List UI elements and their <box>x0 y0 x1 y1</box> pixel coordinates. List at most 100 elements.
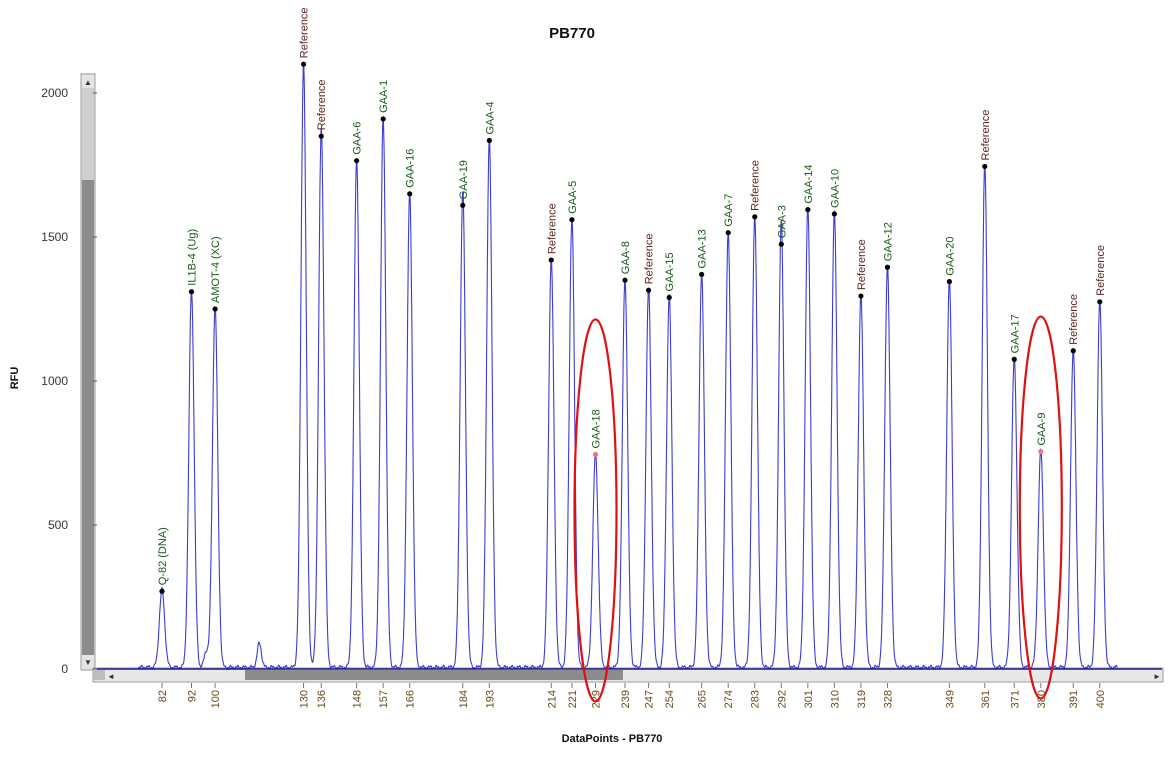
peak-dot <box>1097 299 1103 305</box>
y-tick-label: 500 <box>48 518 68 532</box>
peak-dot <box>982 163 988 170</box>
peak-label: GAA-14 <box>803 164 815 203</box>
peak-dot <box>884 264 891 270</box>
x-tick-label: 166 <box>405 690 417 708</box>
x-axis: 82 92 100 130 136 148 157 166 184 193 214 221 229 239… <box>157 683 1107 708</box>
peak-label: Reference <box>750 160 762 211</box>
x-tick-label: 349 <box>944 690 956 708</box>
scroll-left-icon[interactable]: ◄ <box>107 672 115 681</box>
peak-dot <box>778 241 784 247</box>
peak-dot <box>159 588 165 594</box>
peak-dot <box>592 451 599 458</box>
peak-dot <box>380 116 386 122</box>
y-axis-label: RFU <box>9 367 21 390</box>
x-tick-label: 400 <box>1095 690 1107 708</box>
peak-dot <box>622 277 628 283</box>
x-tick-label: 148 <box>352 690 364 708</box>
x-tick-label: 130 <box>299 690 311 708</box>
y-tick-label: 0 <box>61 662 68 676</box>
peak-dot <box>752 214 758 220</box>
x-axis-label: DataPoints - PB770 <box>562 733 663 745</box>
peak-label: GAA-17 <box>1009 314 1021 353</box>
x-tick-label: 265 <box>697 690 709 708</box>
peak-label: GAA-10 <box>829 169 841 208</box>
peak-label: GAA-9 <box>1036 413 1048 446</box>
horizontal-scrollbar-thumb[interactable] <box>245 670 623 680</box>
x-tick-label: 184 <box>458 690 470 708</box>
peak-label: GAA-12 <box>882 222 894 261</box>
peak-label: Reference <box>1068 294 1080 345</box>
scroll-right-icon[interactable]: ► <box>1153 672 1161 681</box>
x-tick-label: 193 <box>484 690 496 708</box>
scroll-up-icon[interactable]: ▲ <box>84 78 92 87</box>
peak-label: GAA-6 <box>352 122 364 155</box>
vertical-scrollbar-thumb-shadow <box>82 180 94 655</box>
peak-label: GAA-16 <box>405 149 417 188</box>
x-tick-label: 301 <box>803 690 815 708</box>
peak-label: GAA-7 <box>723 194 735 227</box>
x-tick-label: 274 <box>723 690 735 708</box>
peak-label: GAA-8 <box>620 241 632 274</box>
x-tick-label: 310 <box>829 690 841 708</box>
y-tick-label: 2000 <box>41 86 68 100</box>
peak-dot <box>407 191 413 197</box>
peak-dot <box>354 158 360 164</box>
peak-dot <box>666 294 672 301</box>
peak-dot <box>858 293 864 299</box>
x-tick-label: 239 <box>620 690 632 708</box>
x-tick-label: 254 <box>664 690 676 708</box>
x-tick-label: 100 <box>210 690 222 708</box>
peak-dot <box>946 279 952 285</box>
x-tick-label: 391 <box>1068 690 1080 708</box>
peak-label: Reference <box>299 7 311 58</box>
vertical-scrollbar-thumb[interactable] <box>82 88 94 180</box>
peak-dot <box>1011 356 1017 362</box>
peak-label: Reference <box>980 110 992 161</box>
y-tick-label: 1500 <box>41 230 68 244</box>
peak-dot <box>831 211 837 217</box>
peak-label: Reference <box>856 239 868 290</box>
x-tick-label: 82 <box>157 690 169 702</box>
peak-label: GAA-3 <box>776 205 788 238</box>
peak-dot <box>1070 348 1076 354</box>
peak-dot <box>699 271 705 278</box>
x-tick-label: 292 <box>776 690 788 708</box>
peak-label: GAA-5 <box>567 181 579 214</box>
x-tick-label: 371 <box>1009 690 1021 708</box>
peak-label: Q-82 (DNA) <box>157 527 169 585</box>
horizontal-scrollbar[interactable]: ◄ ► <box>92 667 1164 683</box>
chart: PB770 RFU DataPoints - PB770 ▲ ▼ ◄ ► 0 50… <box>9 7 1164 745</box>
peak-label: AMOT-4 (XC) <box>210 236 222 303</box>
x-tick-label: 136 <box>316 690 328 708</box>
peak-label: GAA-4 <box>484 102 496 135</box>
peak-dot <box>725 230 731 236</box>
peak-label: Reference <box>546 203 558 254</box>
peak-dot <box>645 287 652 293</box>
peak-label: GAA-15 <box>664 252 676 291</box>
peak-label: GAA-20 <box>944 236 956 275</box>
peak-dot <box>460 202 466 208</box>
peak-label: GAA-1 <box>378 80 390 113</box>
peak-dot <box>300 61 307 67</box>
peak-label: GAA-18 <box>591 409 603 448</box>
peak-dot <box>1038 448 1044 455</box>
scroll-corner <box>93 670 105 680</box>
x-tick-label: 92 <box>186 690 198 702</box>
x-tick-label: 157 <box>378 690 390 708</box>
peak-dot <box>188 289 195 295</box>
peak-dot <box>212 306 218 312</box>
x-tick-label: 221 <box>567 690 579 708</box>
scroll-down-icon[interactable]: ▼ <box>84 658 92 667</box>
vertical-scrollbar[interactable]: ▲ ▼ <box>80 73 96 671</box>
x-tick-label: 214 <box>546 690 558 708</box>
x-tick-label: 319 <box>856 690 868 708</box>
peak-dot <box>318 133 324 139</box>
x-tick-label: 247 <box>644 690 656 708</box>
peak-label: Reference <box>1095 245 1107 296</box>
x-tick-label: 328 <box>882 690 894 708</box>
peak-label: IL1B-4 (Ug) <box>186 229 198 286</box>
chart-title: PB770 <box>549 25 595 42</box>
peak-dot <box>548 257 554 263</box>
peak-dot <box>486 137 492 144</box>
peak-label: Reference <box>644 234 656 285</box>
